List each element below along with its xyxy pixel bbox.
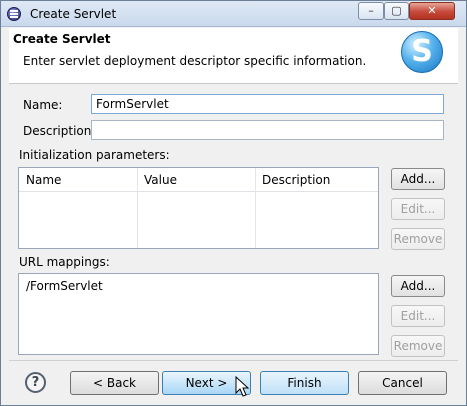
column-header-description[interactable]: Description [255, 168, 330, 192]
init-params-table[interactable]: Name Value Description [18, 167, 379, 249]
init-params-label: Initialization parameters: [19, 148, 170, 162]
column-divider [137, 168, 138, 248]
description-label: Description: [23, 124, 96, 138]
servlet-logo-icon: S [401, 31, 443, 73]
init-params-edit-button[interactable]: Edit... [391, 198, 445, 220]
eclipse-icon [7, 7, 21, 21]
description-field[interactable] [91, 120, 444, 140]
close-button[interactable]: ✕ [409, 2, 455, 20]
url-mappings-list[interactable]: /FormServlet [18, 273, 379, 355]
cancel-button[interactable]: Cancel [358, 371, 447, 395]
window-title: Create Servlet [30, 7, 117, 21]
column-header-name[interactable]: Name [19, 168, 61, 192]
page-description: Enter servlet deployment descriptor spec… [23, 54, 367, 68]
name-field[interactable]: FormServlet [91, 94, 444, 114]
url-mappings-label: URL mappings: [19, 255, 110, 269]
page-title: Create Servlet [13, 32, 111, 46]
wizard-header: Create Servlet Enter servlet deployment … [9, 28, 458, 84]
init-params-remove-button[interactable]: Remove [391, 228, 445, 250]
mouse-pointer-icon [235, 376, 249, 397]
url-mappings-edit-button[interactable]: Edit... [391, 305, 445, 327]
init-params-add-button[interactable]: Add... [391, 168, 445, 190]
url-mappings-remove-button[interactable]: Remove [391, 335, 445, 357]
maximize-button[interactable]: ▢ [384, 2, 409, 20]
footer-separator [9, 360, 458, 361]
url-mappings-add-button[interactable]: Add... [391, 275, 445, 297]
help-icon[interactable]: ? [25, 372, 46, 393]
finish-button[interactable]: Finish [260, 371, 349, 395]
create-servlet-dialog: Create Servlet – ▢ ✕ Create Servlet Ente… [0, 0, 467, 406]
init-params-header: Name Value Description [19, 168, 378, 192]
column-header-value[interactable]: Value [137, 168, 177, 192]
back-button[interactable]: < Back [70, 371, 159, 395]
minimize-button[interactable]: – [358, 2, 384, 20]
name-label: Name: [23, 98, 63, 112]
title-bar[interactable]: Create Servlet – ▢ ✕ [1, 1, 466, 27]
column-divider [255, 168, 256, 248]
list-item[interactable]: /FormServlet [26, 279, 103, 293]
